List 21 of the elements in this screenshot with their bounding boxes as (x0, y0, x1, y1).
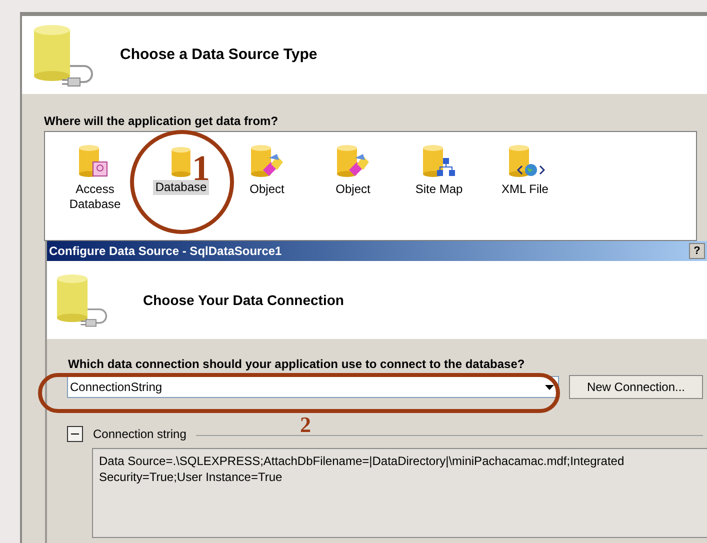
source-type-item[interactable]: Object (248, 182, 286, 197)
database-icon (170, 146, 192, 178)
window-title: Configure Data Source - SqlDataSource1 (49, 243, 282, 260)
collapse-icon[interactable] (67, 426, 83, 442)
source-type-item[interactable]: Object (334, 182, 372, 197)
prompt-label: Where will the application get data from? (44, 114, 280, 128)
source-type-item[interactable]: Access Database (55, 182, 135, 212)
dialog-heading: Choose a Data Source Type (120, 44, 318, 65)
dropdown-arrow-icon (545, 384, 554, 390)
group-label: Connection string (93, 426, 186, 443)
dialog-heading: Choose Your Data Connection (143, 290, 344, 310)
source-type-item[interactable]: Database (153, 180, 209, 195)
dropdown-value: ConnectionString (70, 379, 162, 396)
connection-dropdown[interactable]: ConnectionString (67, 376, 559, 398)
source-type-item[interactable]: XML File (500, 182, 550, 197)
annotation-number: 2 (300, 414, 311, 436)
prompt-label: Which data connection should your application use to connect to the database? (67, 357, 526, 371)
new-connection-button[interactable]: New Connection... (569, 375, 703, 399)
help-button[interactable]: ? (689, 243, 705, 259)
connection-string-box: Data Source=.\SQLEXPRESS;AttachDbFilename=|DataDirectory|\miniPachacamac.mdf;Integrated Security=True;User Instance=True (92, 448, 707, 538)
source-type-item[interactable]: Site Map (413, 182, 465, 197)
